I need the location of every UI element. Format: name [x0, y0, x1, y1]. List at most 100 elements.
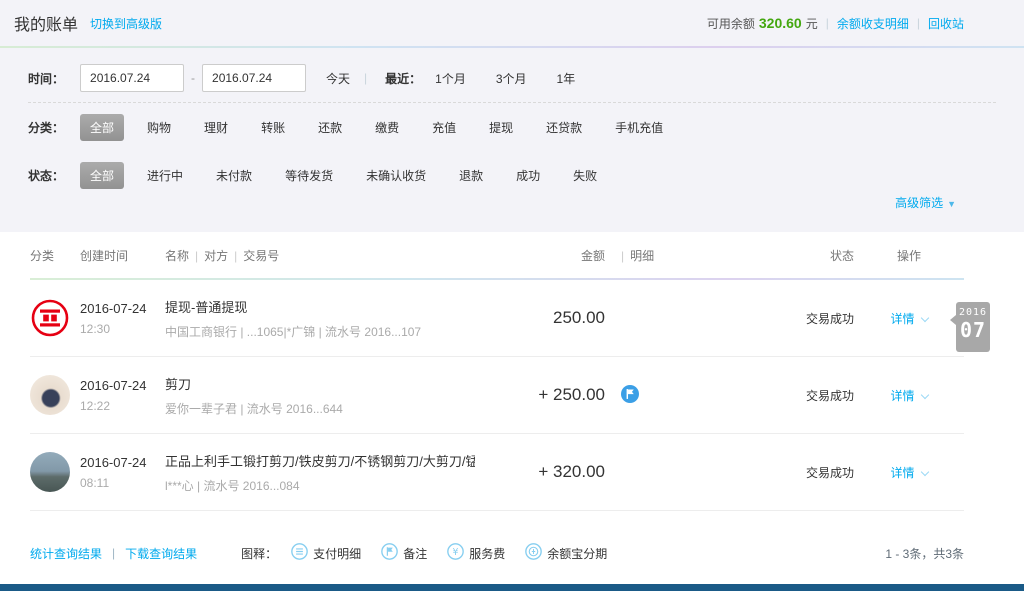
detail-link[interactable]: 详情: [890, 312, 927, 326]
category-bill-pay[interactable]: 缴费: [365, 114, 409, 141]
service-fee-icon: ¥: [447, 543, 469, 563]
category-filter-label: 分类：: [28, 119, 64, 136]
status-failed[interactable]: 失败: [563, 162, 607, 189]
detail-link-label: 详情: [890, 312, 914, 326]
category-withdraw[interactable]: 提现: [479, 114, 523, 141]
my-bills-page: 我的账单 切换到高级版 可用余额 320.60 元 | 余额收支明细 | 回收站…: [0, 0, 1024, 591]
chevron-down-icon: [920, 390, 928, 398]
header-detail: 明细: [630, 249, 654, 263]
category-filter-row: 分类： 全部 购物 理财 转账 还款 缴费 充值 提现 还贷款 手机充值: [28, 103, 996, 151]
time-filter-label: 时间：: [28, 70, 64, 87]
recycle-bin-link[interactable]: 回收站: [928, 15, 964, 32]
remark-flag-icon: [381, 543, 403, 563]
detail-indicator-cell: [605, 385, 655, 406]
balance-detail-link[interactable]: 余额收支明细: [837, 15, 909, 32]
row-date: 2016-07-24: [80, 378, 165, 393]
header-created-time: 创建时间: [80, 247, 165, 264]
detail-link-label: 详情: [890, 389, 914, 403]
date-from-input[interactable]: [80, 64, 184, 92]
separator: |: [364, 71, 367, 85]
stats-query-link[interactable]: 统计查询结果: [30, 545, 102, 562]
transaction-amount: + 320.00: [538, 462, 605, 481]
transaction-name: 剪刀: [165, 374, 475, 393]
balance-label: 可用余额: [707, 15, 755, 32]
transactions-table: 分类 创建时间 名称|对方|交易号 金额 |明细 状态 操作: [0, 232, 1024, 278]
payment-detail-icon: [291, 543, 313, 563]
recent-3-month-link[interactable]: 3个月: [496, 70, 527, 87]
time-filter-row: 时间： - 今天 | 最近： 1个月 3个月 1年: [28, 54, 996, 102]
table-footer: 统计查询结果 | 下载查询结果 图释： 支付明细: [0, 533, 1024, 573]
category-mobile-top-up[interactable]: 手机充值: [605, 114, 673, 141]
status-filter-label: 状态：: [28, 167, 64, 184]
advanced-filter-toggle[interactable]: 高级筛选▼: [895, 194, 956, 211]
transaction-name: 正品上利手工锻打剪刀/铁皮剪刀/不锈钢剪刀/大剪刀/锰钢大锚: [165, 451, 475, 470]
month-marker[interactable]: 2016 07: [956, 302, 990, 352]
category-shopping[interactable]: 购物: [137, 114, 181, 141]
date-range-dash: -: [191, 71, 195, 85]
category-all[interactable]: 全部: [80, 114, 124, 141]
recent-label: 最近：: [385, 70, 421, 87]
separator: |: [826, 16, 829, 30]
month-marker-year: 2016: [956, 307, 990, 318]
table-header-row: 分类 创建时间 名称|对方|交易号 金额 |明细 状态 操作: [30, 232, 964, 278]
status-refund[interactable]: 退款: [449, 162, 493, 189]
remark-flag-icon[interactable]: [621, 392, 639, 406]
icbc-bank-logo-icon: [30, 298, 70, 338]
recent-1-month-link[interactable]: 1个月: [435, 70, 466, 87]
filter-panel: 时间： - 今天 | 最近： 1个月 3个月 1年 分类： 全部 购物 理财 转…: [0, 48, 1024, 232]
row-time: 08:11: [80, 476, 165, 490]
status-all[interactable]: 全部: [80, 162, 124, 189]
bottom-bar: [0, 584, 1024, 591]
legend-item: 备注: [381, 543, 427, 563]
transaction-row: 2016-07-24 12:30 提现-普通提现 中国工商银行 | ...106…: [30, 280, 964, 357]
separator: |: [112, 546, 115, 560]
transaction-row: 2016-07-24 12:22 剪刀 爱你一辈子君 | 流水号 2016...…: [30, 357, 964, 434]
user-avatar: [30, 375, 70, 415]
header-status: 状态: [655, 247, 854, 264]
legend-label: 图释：: [241, 545, 277, 562]
recent-1-year-link[interactable]: 1年: [557, 70, 576, 87]
row-date: 2016-07-24: [80, 455, 165, 470]
detail-link[interactable]: 详情: [890, 466, 927, 480]
legend-item-label: 服务费: [469, 545, 505, 562]
detail-link-label: 详情: [890, 466, 914, 480]
advanced-filter-label: 高级筛选: [895, 196, 943, 210]
transaction-status: 交易成功: [655, 387, 854, 404]
transaction-subinfo: l***心 | 流水号 2016...084: [165, 477, 475, 494]
category-transfer[interactable]: 转账: [251, 114, 295, 141]
balance-value: 320.60: [759, 15, 802, 31]
row-date: 2016-07-24: [80, 301, 165, 316]
user-avatar: [30, 452, 70, 492]
category-wealth[interactable]: 理财: [194, 114, 238, 141]
page-title: 我的账单: [14, 11, 78, 35]
category-repayment[interactable]: 还款: [308, 114, 352, 141]
transaction-status: 交易成功: [655, 310, 854, 327]
separator: |: [234, 249, 237, 263]
icon-legend: 图释： 支付明细 备注: [241, 543, 627, 563]
status-unpaid[interactable]: 未付款: [206, 162, 262, 189]
date-to-input[interactable]: [202, 64, 306, 92]
transaction-status: 交易成功: [655, 464, 854, 481]
row-time: 12:22: [80, 399, 165, 413]
detail-link[interactable]: 详情: [890, 389, 927, 403]
download-query-link[interactable]: 下载查询结果: [125, 545, 197, 562]
status-filter-row: 状态： 全部 进行中 未付款 等待发货 未确认收货 退款 成功 失败: [28, 151, 996, 199]
header-counterparty: 对方: [204, 249, 228, 263]
status-in-progress[interactable]: 进行中: [137, 162, 193, 189]
svg-text:¥: ¥: [453, 547, 459, 558]
status-unconfirmed-receipt[interactable]: 未确认收货: [356, 162, 436, 189]
category-loan-repay[interactable]: 还贷款: [536, 114, 592, 141]
legend-item: 余额宝分期: [525, 543, 607, 563]
transactions-table-body: 2016-07-24 12:30 提现-普通提现 中国工商银行 | ...106…: [0, 280, 1024, 511]
today-link[interactable]: 今天: [326, 70, 350, 87]
header-name-group: 名称|对方|交易号: [165, 247, 485, 264]
status-success[interactable]: 成功: [506, 162, 550, 189]
category-top-up[interactable]: 充值: [422, 114, 466, 141]
status-awaiting-shipment[interactable]: 等待发货: [275, 162, 343, 189]
header-name: 名称: [165, 249, 189, 263]
chevron-down-icon: [920, 313, 928, 321]
separator: |: [195, 249, 198, 263]
switch-advanced-link[interactable]: 切换到高级版: [90, 15, 162, 32]
header-action: 操作: [854, 247, 964, 264]
balance-unit: 元: [806, 15, 818, 32]
